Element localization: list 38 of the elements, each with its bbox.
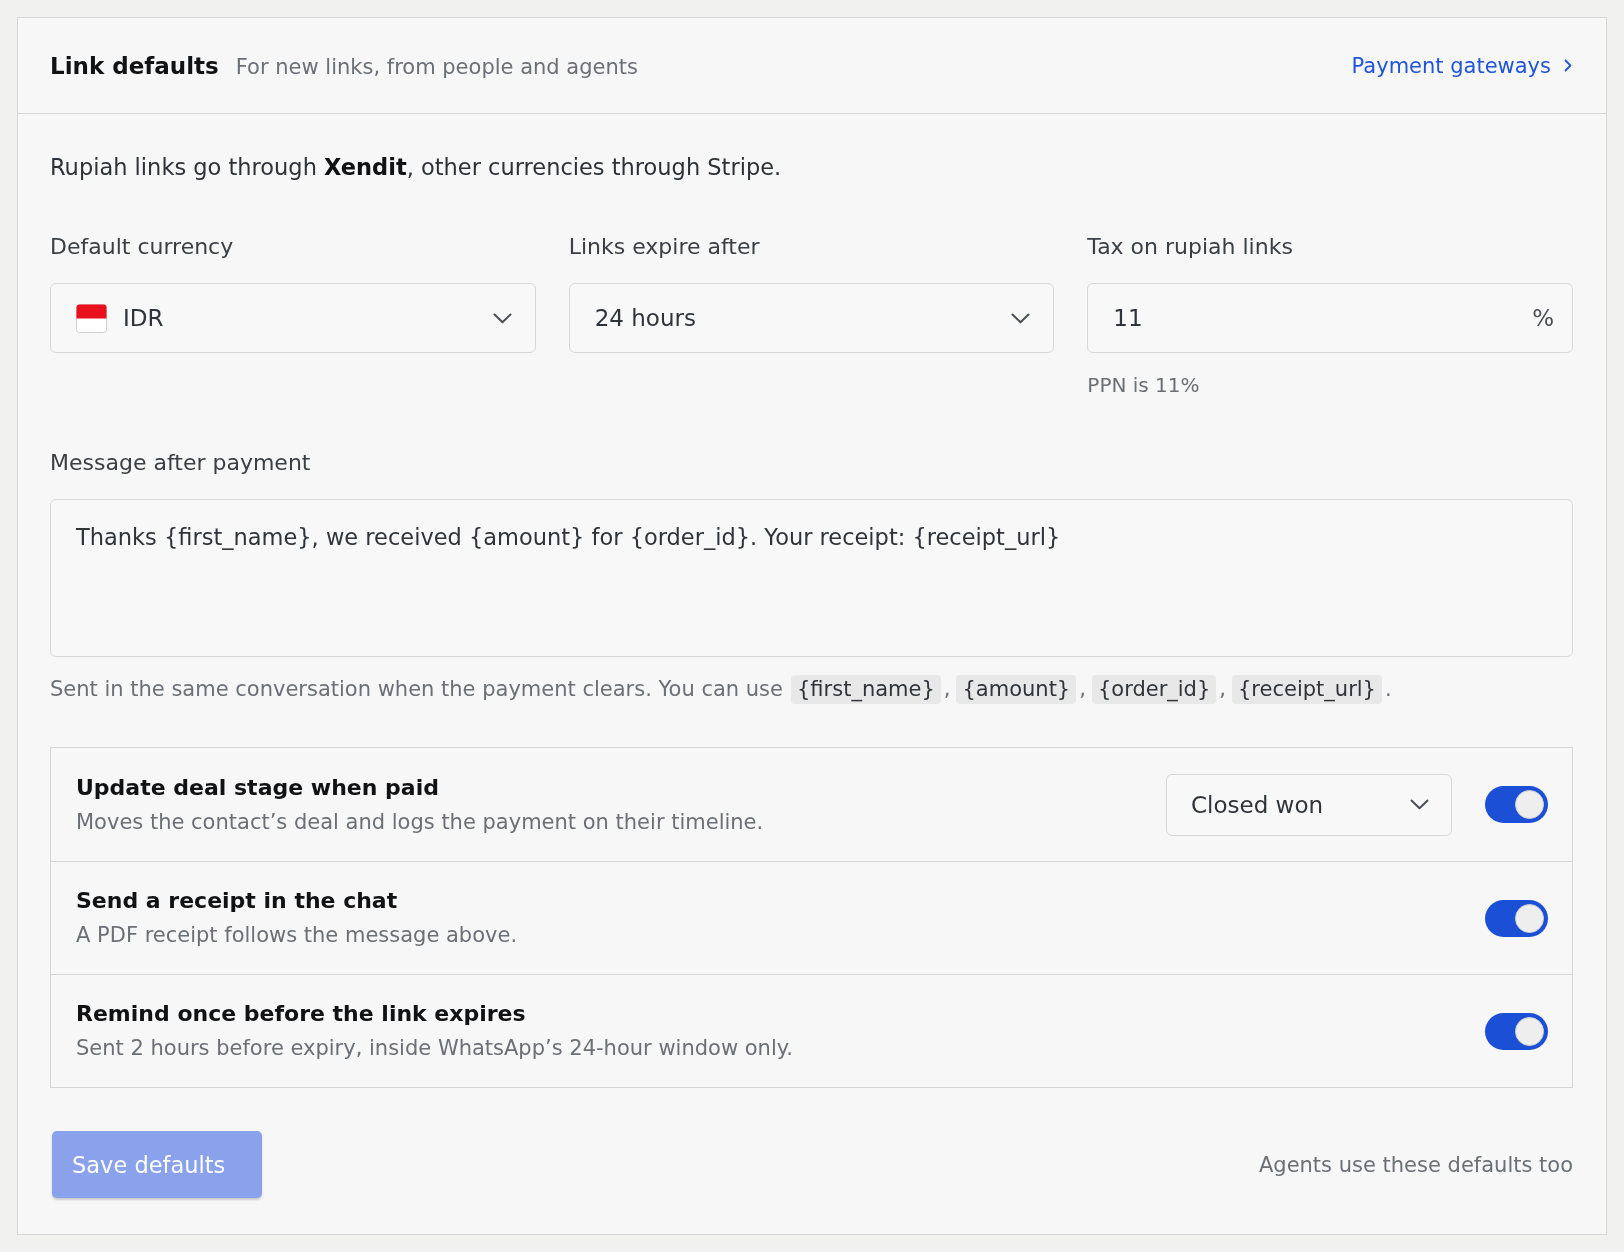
hint-text: PPN is 11% — [1087, 372, 1200, 399]
intro-text: Rupiah links go through Xendit, other currencies through Stripe. — [50, 153, 783, 182]
option-description: Sent 2 hours before expiry, inside WhatsApp’s 24-hour window only. — [76, 1035, 793, 1062]
chevron-down-icon — [492, 312, 512, 324]
chevron-down-icon — [1410, 799, 1429, 810]
separator-text: , — [1219, 676, 1226, 703]
currency-dropdown[interactable]: IDR — [50, 283, 536, 353]
field-label: Links expire after — [568, 233, 760, 261]
dropdown[interactable]: 24 hours — [568, 283, 1055, 353]
separator-text: , — [1079, 676, 1086, 703]
payment-gateways-link[interactable]: Payment gateways — [1351, 53, 1572, 78]
message-textarea[interactable]: Thanks {first_name}, we received {amount} for {order_id}. Your receipt: {receipt_url} — [50, 499, 1573, 657]
option-title: Remind once before the link expires — [76, 1000, 526, 1028]
field-label: Message after payment — [50, 449, 311, 477]
toggle-switch[interactable] — [1485, 1012, 1548, 1050]
card-subtitle: For new links, from people and agents — [235, 54, 638, 79]
field-label: Default currency — [50, 233, 234, 261]
percent-input[interactable]: 11 % — [1087, 283, 1573, 353]
dropdown[interactable]: Closed won — [1166, 773, 1452, 836]
footer-note: Agents use these defaults too — [1258, 1152, 1573, 1177]
option-description: Moves the contact’s deal and logs the payment on their timeline. — [76, 808, 764, 836]
variable-tag: {first_name} — [791, 674, 941, 704]
variable-tag: {order_id} — [1091, 674, 1217, 704]
help-text: Sent in the same conversation when the payment clears. You can use — [50, 676, 783, 703]
chevron-down-icon — [1011, 312, 1031, 324]
option-title: Update deal stage when paid — [76, 773, 439, 802]
variable-tag: {amount} — [956, 674, 1077, 704]
flag-icon — [76, 303, 107, 333]
period-text: . — [1384, 676, 1392, 703]
variable-tag: {receipt_url} — [1232, 674, 1382, 704]
separator-text: , — [943, 676, 951, 703]
chevron-right-icon — [1564, 59, 1572, 72]
toggle-switch[interactable] — [1485, 786, 1548, 823]
option-description: A PDF receipt follows the message above. — [76, 922, 518, 949]
card-title: Link defaults — [50, 52, 219, 79]
toggle-switch[interactable] — [1485, 899, 1548, 937]
option-title: Send a receipt in the chat — [76, 887, 398, 915]
field-label: Tax on rupiah links — [1087, 233, 1293, 261]
